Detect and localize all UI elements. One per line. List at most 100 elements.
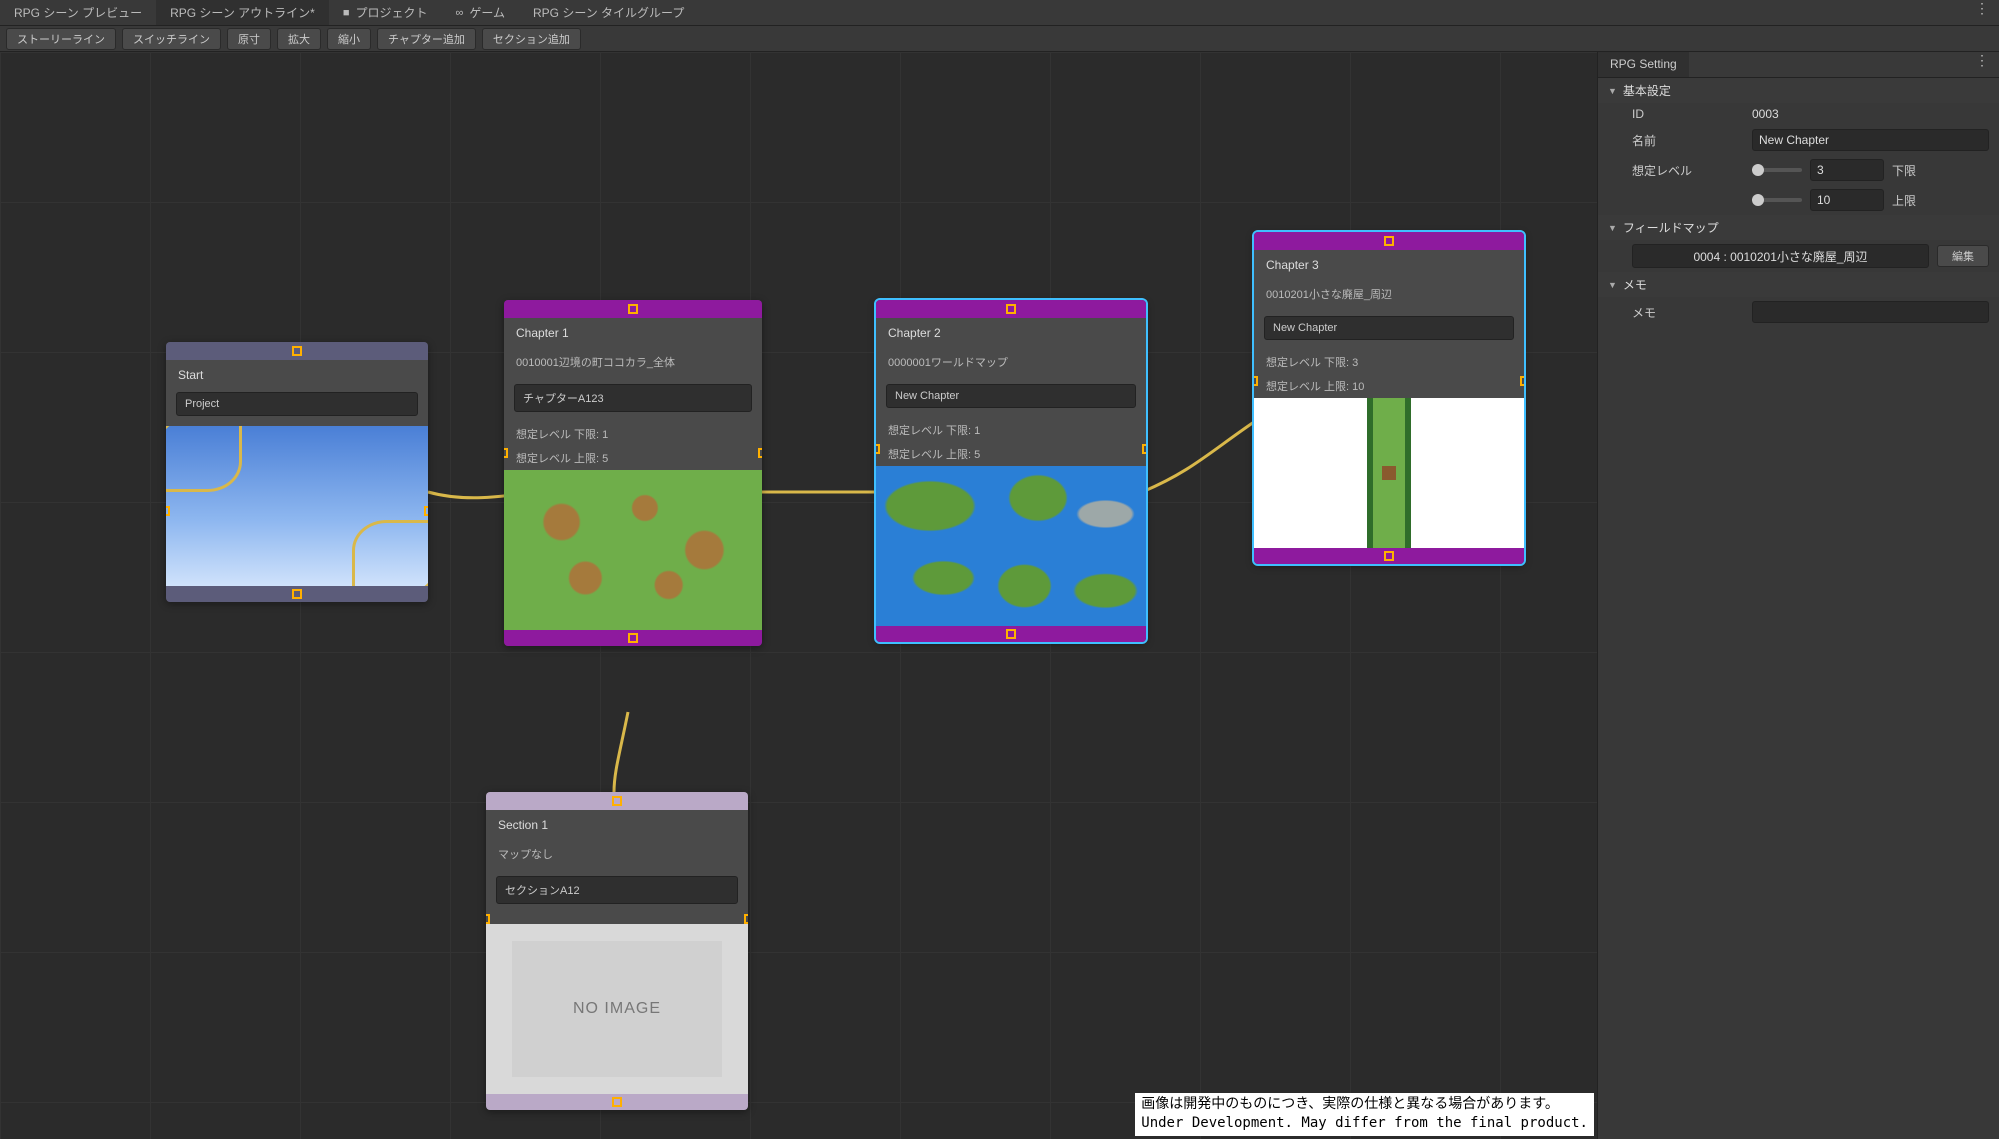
port-left[interactable]	[504, 448, 508, 458]
node-footer[interactable]	[1254, 548, 1524, 564]
node-subtitle: 0010201小さな廃屋_周辺	[1254, 280, 1524, 308]
port-right[interactable]	[1142, 444, 1146, 454]
port-bottom[interactable]	[628, 633, 638, 643]
node-thumbnail	[166, 426, 428, 586]
node-title: Section 1	[486, 810, 748, 840]
node-title: Chapter 3	[1254, 250, 1524, 280]
zoom-in-button[interactable]: 拡大	[277, 28, 321, 50]
section-basic[interactable]: ▼基本設定	[1598, 78, 1999, 103]
port-left[interactable]	[166, 506, 170, 516]
section-fieldmap[interactable]: ▼フィールドマップ	[1598, 215, 1999, 240]
port-left[interactable]	[876, 444, 880, 454]
tab-tile-group[interactable]: RPG シーン タイルグループ	[519, 0, 698, 25]
tab-scene-outline[interactable]: RPG シーン アウトライン*	[156, 0, 329, 25]
inspector-tabs: RPG Setting ⋮	[1598, 52, 1999, 78]
port-left[interactable]	[1254, 376, 1258, 386]
level-hi-slider[interactable]	[1752, 198, 1802, 202]
level-lo-suffix: 下限	[1892, 162, 1916, 179]
node-title: Start	[166, 360, 428, 390]
port-bottom[interactable]	[612, 1097, 622, 1107]
node-header[interactable]	[166, 342, 428, 360]
node-thumbnail	[876, 466, 1146, 626]
port-right[interactable]	[744, 914, 748, 924]
node-section-1[interactable]: Section 1 マップなし セクションA12 NO IMAGE	[486, 792, 748, 1110]
name-input[interactable]	[1752, 129, 1989, 151]
node-name-field[interactable]: New Chapter	[1264, 316, 1514, 340]
tab-scene-preview[interactable]: RPG シーン プレビュー	[0, 0, 156, 25]
port-top[interactable]	[292, 346, 302, 356]
node-level-hi: 想定レベル 上限: 5	[504, 446, 762, 470]
port-top[interactable]	[612, 796, 622, 806]
node-header[interactable]	[504, 300, 762, 318]
switchline-button[interactable]: スイッチライン	[122, 28, 221, 50]
node-start[interactable]: Start Project	[166, 342, 428, 602]
port-right[interactable]	[424, 506, 428, 516]
level-hi-suffix: 上限	[1892, 192, 1916, 209]
tab-project[interactable]: ■プロジェクト	[329, 0, 442, 25]
level-lo-input[interactable]	[1810, 159, 1884, 181]
node-name-field[interactable]: チャプターA123	[514, 384, 752, 412]
node-thumbnail	[1254, 398, 1524, 548]
node-subtitle: マップなし	[486, 840, 748, 868]
inspector-overflow-icon[interactable]: ⋮	[1965, 52, 1999, 77]
prop-fieldmap: 編集	[1598, 240, 1999, 272]
node-header[interactable]	[1254, 232, 1524, 250]
fieldmap-input[interactable]	[1632, 244, 1929, 268]
node-subtitle: 0010001辺境の町ココカラ_全体	[504, 348, 762, 376]
port-left[interactable]	[486, 914, 490, 924]
memo-input[interactable]	[1752, 301, 1989, 323]
prop-id: ID 0003	[1598, 103, 1999, 125]
node-footer[interactable]	[166, 586, 428, 602]
port-top[interactable]	[628, 304, 638, 314]
scene-graph-canvas[interactable]: Start Project Chapter 1 0010001辺境の町ココカラ_…	[0, 52, 1597, 1139]
tab-game[interactable]: ∞ゲーム	[442, 0, 519, 25]
prop-level-hi: 上限	[1598, 185, 1999, 215]
port-right[interactable]	[1520, 376, 1524, 386]
port-bottom[interactable]	[1006, 629, 1016, 639]
node-name-field[interactable]: New Chapter	[886, 384, 1136, 408]
node-footer[interactable]	[486, 1094, 748, 1110]
fieldmap-edit-button[interactable]: 編集	[1937, 245, 1989, 267]
node-name-field[interactable]: セクションA12	[496, 876, 738, 904]
folder-icon: ■	[343, 7, 350, 19]
node-level-hi: 想定レベル 上限: 5	[876, 442, 1146, 466]
zoom-actual-button[interactable]: 原寸	[227, 28, 271, 50]
dev-watermark: 画像は開発中のものにつき、実際の仕様と異なる場合があります。 Under Dev…	[1135, 1093, 1594, 1136]
node-footer[interactable]	[876, 626, 1146, 642]
add-chapter-button[interactable]: チャプター追加	[377, 28, 476, 50]
prop-name: 名前	[1598, 125, 1999, 155]
node-chapter-2[interactable]: Chapter 2 0000001ワールドマップ New Chapter 想定レ…	[876, 300, 1146, 642]
node-level-hi: 想定レベル 上限: 10	[1254, 374, 1524, 398]
node-header[interactable]	[876, 300, 1146, 318]
node-thumbnail	[504, 470, 762, 630]
window-tabs-bar: RPG シーン プレビュー RPG シーン アウトライン* ■プロジェクト ∞ゲ…	[0, 0, 1999, 26]
level-lo-slider[interactable]	[1752, 168, 1802, 172]
section-memo[interactable]: ▼メモ	[1598, 272, 1999, 297]
port-bottom[interactable]	[292, 589, 302, 599]
level-hi-input[interactable]	[1810, 189, 1884, 211]
node-subtitle: 0000001ワールドマップ	[876, 348, 1146, 376]
node-title: Chapter 2	[876, 318, 1146, 348]
node-project-field[interactable]: Project	[176, 392, 418, 416]
port-right[interactable]	[758, 448, 762, 458]
node-level-lo: 想定レベル 下限: 3	[1254, 350, 1524, 374]
node-chapter-1[interactable]: Chapter 1 0010001辺境の町ココカラ_全体 チャプターA123 想…	[504, 300, 762, 646]
tabs-overflow-icon[interactable]: ⋮	[1965, 0, 1999, 25]
node-header[interactable]	[486, 792, 748, 810]
zoom-out-button[interactable]: 縮小	[327, 28, 371, 50]
port-top[interactable]	[1384, 236, 1394, 246]
prop-level-lo: 想定レベル 下限	[1598, 155, 1999, 185]
node-chapter-3[interactable]: Chapter 3 0010201小さな廃屋_周辺 New Chapter 想定…	[1254, 232, 1524, 564]
chevron-down-icon: ▼	[1608, 86, 1617, 96]
chevron-down-icon: ▼	[1608, 280, 1617, 290]
storyline-button[interactable]: ストーリーライン	[6, 28, 116, 50]
infinity-icon: ∞	[456, 7, 464, 19]
port-bottom[interactable]	[1384, 551, 1394, 561]
port-top[interactable]	[1006, 304, 1016, 314]
node-footer[interactable]	[504, 630, 762, 646]
toolbar: ストーリーライン スイッチライン 原寸 拡大 縮小 チャプター追加 セクション追…	[0, 26, 1999, 52]
chevron-down-icon: ▼	[1608, 223, 1617, 233]
add-section-button[interactable]: セクション追加	[482, 28, 581, 50]
prop-memo: メモ	[1598, 297, 1999, 327]
inspector-tab-setting[interactable]: RPG Setting	[1598, 52, 1689, 77]
